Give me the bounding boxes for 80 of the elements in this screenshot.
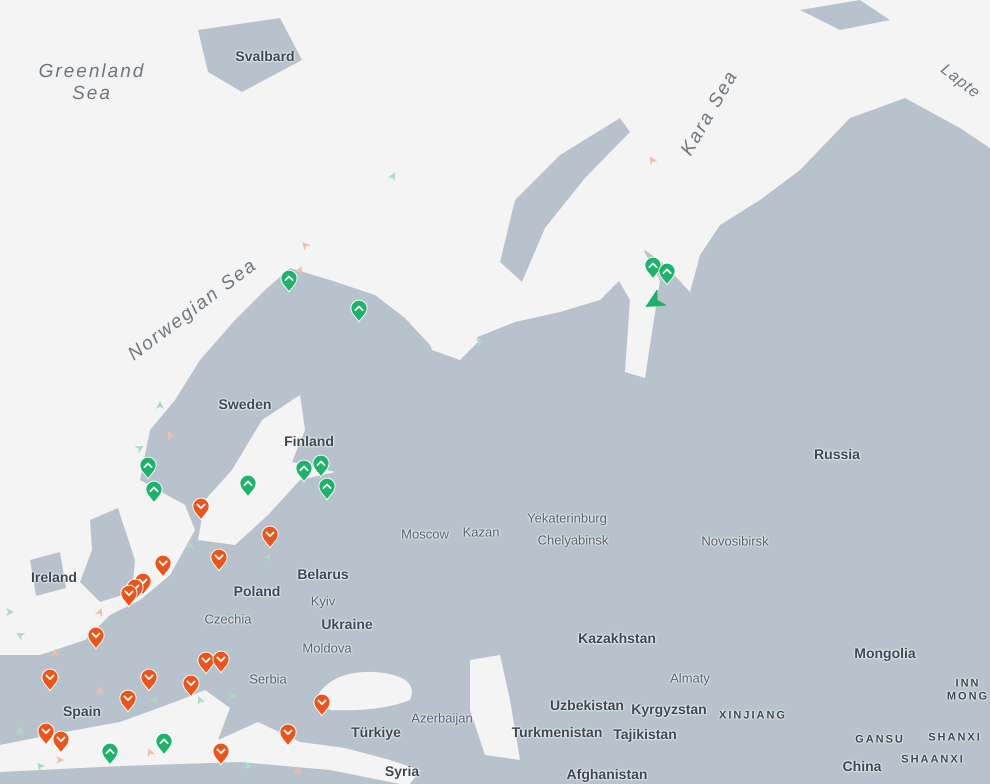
ship-arrow-icon[interactable] [145,747,155,757]
map-pin-down-icon[interactable] [52,730,70,754]
ship-arrow-icon[interactable] [5,607,15,617]
ship-arrow-icon[interactable] [185,540,195,550]
city-label: Chelyabinsk [538,534,608,548]
country-label: Ireland [31,568,77,586]
map-pin-down-icon[interactable] [119,689,137,713]
city-label: Serbia [249,672,287,688]
country-label: Kazakhstan [578,630,656,646]
map-pin-up-icon[interactable] [312,454,330,478]
city-label: Czechia [204,612,252,628]
city-label: Kazan [462,526,500,540]
ship-arrow-icon[interactable] [295,265,305,275]
map-pin-up-icon[interactable] [139,456,157,480]
country-label: Syria [384,762,420,780]
region-label: GANSU [855,734,905,746]
ship-arrow-icon[interactable] [293,765,303,775]
map-pin-up-icon[interactable] [239,474,257,498]
map-pin-up-icon[interactable] [101,742,119,766]
ship-arrow-icon[interactable] [300,240,310,250]
map-pin-down-icon[interactable] [120,584,138,608]
ship-arrow-icon[interactable] [15,630,25,640]
map-pin-down-icon[interactable] [313,693,331,717]
map-pin-up-icon[interactable] [350,299,368,323]
country-label: Turkmenistan [512,724,602,740]
ship-arrow-icon[interactable] [195,695,205,705]
country-label: Belarus [297,566,349,582]
country-label: Ukraine [321,616,373,632]
map-pin-up-icon[interactable] [318,477,336,501]
map-pin-up-icon[interactable] [280,269,298,293]
region-label: SHAANXI [901,754,965,766]
ship-arrow-icon[interactable] [647,155,657,165]
city-label: Azerbaijan [411,712,473,726]
country-label: China [842,758,882,774]
map-pin-down-icon[interactable] [87,626,105,650]
country-label: Afghanistan [566,766,648,782]
ship-arrow-icon[interactable] [388,171,398,181]
map-pin-down-icon[interactable] [154,554,172,578]
map-pin-down-icon[interactable] [279,723,297,747]
map-pin-down-icon[interactable] [210,548,228,572]
ship-arrow-icon[interactable] [475,337,485,347]
region-label: SHANXI [928,732,982,744]
city-label: Almaty [670,672,710,686]
map-pin-up-icon[interactable] [145,480,163,504]
city-label: Yekaterinburg [527,512,607,526]
country-label: Poland [234,582,280,600]
map-pin-down-icon[interactable] [212,650,230,674]
ship-arrow-icon[interactable] [155,400,165,410]
country-label: Uzbekistan [550,696,624,714]
ship-arrow-icon[interactable] [50,648,60,658]
country-label: Finland [284,432,334,450]
map-pin-down-icon[interactable] [212,742,230,766]
city-label: Moscow [401,528,449,542]
country-label: Kyrgyzstan [631,700,707,718]
map-pin-down-icon[interactable] [261,525,279,549]
map-pin-down-icon[interactable] [140,668,158,692]
sea-label: Greenland Sea [38,61,146,105]
ship-arrow-icon[interactable] [243,761,253,771]
map-pin-down-icon[interactable] [41,668,59,692]
map-pin-up-icon[interactable] [295,459,313,483]
map-pin-down-icon[interactable] [197,651,215,675]
country-label: Türkiye [351,724,401,740]
region-label: XINJIANG [719,710,787,722]
country-label: Sweden [218,396,272,412]
country-label: Spain [62,702,102,720]
map-pin-down-icon[interactable] [37,722,55,746]
map-pin-down-icon[interactable] [182,674,200,698]
region-label: INN MONG [946,677,990,703]
country-label: Russia [814,446,860,462]
city-label: Moldova [302,642,352,656]
map-pin-down-icon[interactable] [192,497,210,521]
country-label: Svalbard [235,48,295,64]
map-pin-up-icon[interactable] [155,732,173,756]
city-label: Kyiv [310,594,336,610]
map-pin-up-icon[interactable] [658,262,676,286]
country-label: Mongolia [854,644,916,662]
ship-arrow-icon[interactable] [95,607,105,617]
country-label: Tajikistan [613,726,677,742]
city-label: Novosibirsk [701,534,769,550]
ship-arrow-icon[interactable] [135,443,145,453]
